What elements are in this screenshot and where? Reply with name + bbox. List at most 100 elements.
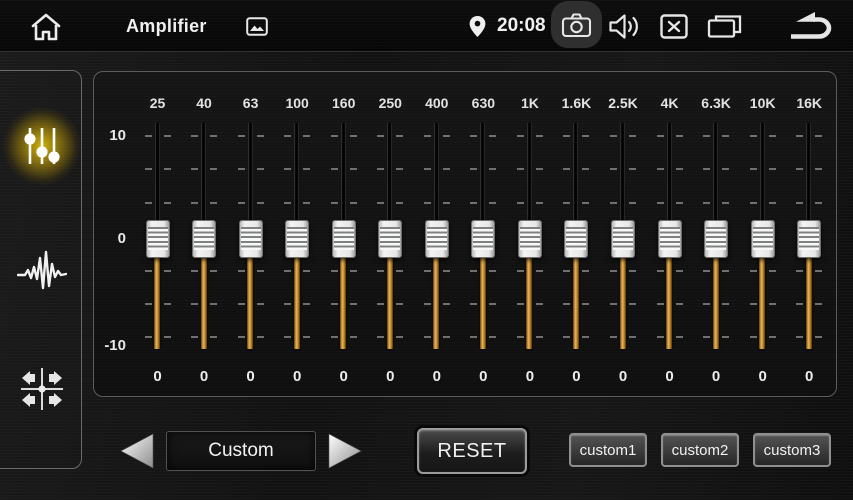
tick-mark: [331, 135, 338, 137]
tick-mark: [610, 270, 617, 272]
knob-grip-stripes: [427, 227, 447, 250]
knob-grip-stripes: [241, 227, 261, 250]
scale-label-zero: 0: [94, 230, 126, 247]
close-window-icon[interactable]: [660, 14, 688, 39]
eq-band-value: 0: [786, 368, 832, 385]
tick-mark: [703, 202, 710, 204]
tick-mark: [582, 303, 589, 305]
preset-custom1-button[interactable]: custom1: [569, 433, 647, 467]
tick-mark: [722, 135, 729, 137]
tick-mark: [350, 168, 357, 170]
tick-mark: [396, 336, 403, 338]
eq-slider-knob[interactable]: [378, 220, 402, 258]
tick-mark: [191, 336, 198, 338]
tick-mark: [563, 135, 570, 137]
tick-mark: [350, 202, 357, 204]
tick-mark: [303, 336, 310, 338]
preset-selector[interactable]: Custom: [166, 431, 316, 471]
back-icon[interactable]: [786, 11, 832, 42]
eq-slider-knob[interactable]: [425, 220, 449, 258]
eq-band-frequency-label: 400: [414, 95, 460, 111]
eq-slider-knob[interactable]: [192, 220, 216, 258]
tick-mark: [210, 202, 217, 204]
tick-mark: [145, 135, 152, 137]
tick-mark: [210, 168, 217, 170]
tick-mark: [657, 135, 664, 137]
eq-band-frequency-label: 4K: [647, 95, 693, 111]
eq-slider-knob[interactable]: [239, 220, 263, 258]
image-icon[interactable]: [246, 17, 268, 36]
eq-band-frequency-label: 160: [321, 95, 367, 111]
eq-slider-knob[interactable]: [658, 220, 682, 258]
tick-mark: [536, 168, 543, 170]
tick-mark: [536, 336, 543, 338]
eq-band-column: 1600: [321, 72, 367, 398]
eq-band-value: 0: [600, 368, 646, 385]
tick-mark: [191, 303, 198, 305]
right-arrow-icon: [327, 432, 363, 470]
tick-mark: [396, 303, 403, 305]
preset-next-button[interactable]: [327, 432, 363, 470]
eq-slider-knob[interactable]: [471, 220, 495, 258]
eq-slider-knob[interactable]: [332, 220, 356, 258]
tick-mark: [470, 168, 477, 170]
screenshot-camera-button[interactable]: [551, 1, 602, 48]
eq-slider-fill: [247, 257, 253, 349]
tick-mark: [470, 270, 477, 272]
eq-slider-knob[interactable]: [751, 220, 775, 258]
tick-mark: [676, 202, 683, 204]
tick-mark: [815, 303, 822, 305]
tick-mark: [796, 202, 803, 204]
tick-mark: [377, 168, 384, 170]
knob-grip-stripes: [520, 227, 540, 250]
sidebar-item-balance-fader[interactable]: [14, 361, 70, 417]
eq-slider-knob[interactable]: [797, 220, 821, 258]
tick-mark: [424, 303, 431, 305]
tick-mark: [657, 270, 664, 272]
eq-slider-knob[interactable]: [146, 220, 170, 258]
preset-custom2-button[interactable]: custom2: [661, 433, 739, 467]
eq-slider-knob[interactable]: [704, 220, 728, 258]
home-icon[interactable]: [30, 12, 62, 42]
eq-slider-fill: [154, 257, 160, 349]
volume-icon[interactable]: [608, 13, 642, 40]
tick-mark: [331, 303, 338, 305]
tick-mark: [722, 168, 729, 170]
tick-mark: [470, 303, 477, 305]
page-title: Amplifier: [126, 0, 207, 52]
eq-band-frequency-label: 2.5K: [600, 95, 646, 111]
knob-grip-stripes: [473, 227, 493, 250]
preset-prev-button[interactable]: [119, 432, 155, 470]
tick-mark: [238, 135, 245, 137]
tick-mark: [470, 202, 477, 204]
sidebar-item-equalizer[interactable]: [14, 118, 70, 174]
eq-slider-fill: [620, 257, 626, 349]
preset-custom3-button[interactable]: custom3: [753, 433, 831, 467]
tick-mark: [796, 270, 803, 272]
recent-apps-icon[interactable]: [706, 13, 743, 40]
reset-button[interactable]: RESET: [417, 428, 527, 474]
sidebar-item-sound-effects[interactable]: [14, 241, 70, 297]
tick-mark: [424, 270, 431, 272]
balance-fader-icon: [17, 364, 67, 414]
eq-band-value: 0: [135, 368, 181, 385]
tick-mark: [377, 336, 384, 338]
eq-slider-knob[interactable]: [611, 220, 635, 258]
eq-slider-knob[interactable]: [285, 220, 309, 258]
tick-mark: [563, 270, 570, 272]
eq-band-column: 400: [181, 72, 227, 398]
tick-mark: [257, 135, 264, 137]
tick-mark: [676, 168, 683, 170]
knob-grip-stripes: [753, 227, 773, 250]
eq-band-column: 10K0: [740, 72, 786, 398]
eq-band-column: 2500: [367, 72, 413, 398]
tick-mark: [191, 270, 198, 272]
eq-slider-knob[interactable]: [518, 220, 542, 258]
knob-grip-stripes: [660, 227, 680, 250]
knob-grip-stripes: [799, 227, 819, 250]
eq-band-column: 630: [228, 72, 274, 398]
tick-mark: [284, 270, 291, 272]
tick-mark: [769, 303, 776, 305]
eq-slider-fill: [480, 257, 486, 349]
eq-slider-knob[interactable]: [564, 220, 588, 258]
